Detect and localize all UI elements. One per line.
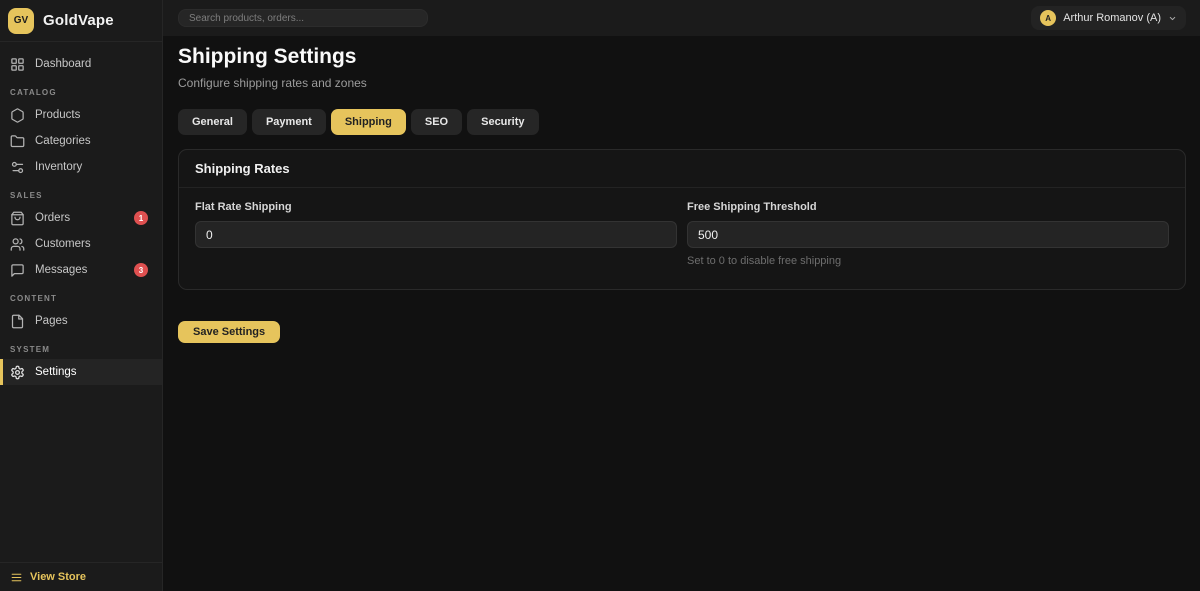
- file-icon: [10, 314, 25, 329]
- tab-shipping[interactable]: Shipping: [331, 109, 406, 135]
- sidebar-item-categories[interactable]: Categories: [0, 128, 162, 154]
- tab-seo[interactable]: SEO: [411, 109, 462, 135]
- flat-rate-label: Flat Rate Shipping: [195, 201, 677, 213]
- sidebar-item-label: Customers: [35, 238, 91, 250]
- avatar: A: [1040, 10, 1056, 26]
- sidebar: GV GoldVape Dashboard CATALOG Products C…: [0, 0, 163, 591]
- section-label-content: CONTENT: [10, 294, 162, 303]
- sidebar-item-label: Pages: [35, 315, 68, 327]
- free-threshold-label: Free Shipping Threshold: [687, 201, 1169, 213]
- sidebar-item-messages[interactable]: Messages 3: [0, 257, 162, 283]
- sidebar-item-pages[interactable]: Pages: [0, 308, 162, 334]
- sliders-icon: [10, 160, 25, 175]
- sidebar-item-label: Settings: [35, 366, 77, 378]
- shipping-rates-card: Shipping Rates Flat Rate Shipping Free S…: [178, 149, 1186, 290]
- tab-payment[interactable]: Payment: [252, 109, 326, 135]
- message-icon: [10, 263, 25, 278]
- search-input[interactable]: [178, 9, 428, 27]
- sidebar-item-customers[interactable]: Customers: [0, 231, 162, 257]
- sidebar-item-label: Dashboard: [35, 58, 91, 70]
- view-store-link[interactable]: View Store: [0, 562, 162, 591]
- chevron-down-icon: [1168, 14, 1177, 23]
- sidebar-item-label: Products: [35, 109, 80, 121]
- gear-icon: [10, 365, 25, 380]
- user-name: Arthur Romanov (A): [1063, 12, 1161, 24]
- sidebar-item-orders[interactable]: Orders 1: [0, 205, 162, 231]
- orders-badge: 1: [134, 211, 148, 225]
- menu-icon: [10, 571, 23, 584]
- tab-bar: General Payment Shipping SEO Security: [178, 109, 1186, 135]
- sidebar-item-label: Messages: [35, 264, 87, 276]
- app-window: GV GoldVape Dashboard CATALOG Products C…: [0, 0, 1200, 591]
- topbar: A Arthur Romanov (A): [163, 0, 1200, 36]
- sidebar-nav: Dashboard CATALOG Products Categories In…: [0, 42, 162, 562]
- card-title: Shipping Rates: [179, 150, 1185, 188]
- free-threshold-input[interactable]: [687, 221, 1169, 248]
- sidebar-item-label: Categories: [35, 135, 91, 147]
- flat-rate-field-group: Flat Rate Shipping: [195, 201, 677, 267]
- sidebar-item-label: Inventory: [35, 161, 82, 173]
- page-subtitle: Configure shipping rates and zones: [178, 76, 1186, 90]
- section-label-system: SYSTEM: [10, 345, 162, 354]
- dashboard-icon: [10, 57, 25, 72]
- users-icon: [10, 237, 25, 252]
- messages-badge: 3: [134, 263, 148, 277]
- free-threshold-field-group: Free Shipping Threshold Set to 0 to disa…: [687, 201, 1169, 267]
- brand-name: GoldVape: [43, 12, 114, 29]
- hexagon-icon: [10, 108, 25, 123]
- section-label-catalog: CATALOG: [10, 88, 162, 97]
- sidebar-item-inventory[interactable]: Inventory: [0, 154, 162, 180]
- sidebar-item-settings[interactable]: Settings: [0, 359, 162, 385]
- tab-security[interactable]: Security: [467, 109, 538, 135]
- free-threshold-help: Set to 0 to disable free shipping: [687, 255, 1169, 267]
- content: Shipping Settings Configure shipping rat…: [163, 36, 1200, 343]
- section-label-sales: SALES: [10, 191, 162, 200]
- view-store-label: View Store: [30, 571, 86, 583]
- main-area: A Arthur Romanov (A) Shipping Settings C…: [163, 0, 1200, 591]
- user-menu[interactable]: A Arthur Romanov (A): [1031, 6, 1186, 30]
- sidebar-item-products[interactable]: Products: [0, 102, 162, 128]
- tab-general[interactable]: General: [178, 109, 247, 135]
- sidebar-item-dashboard[interactable]: Dashboard: [0, 51, 162, 77]
- card-body: Flat Rate Shipping Free Shipping Thresho…: [179, 188, 1185, 289]
- save-settings-button[interactable]: Save Settings: [178, 321, 280, 343]
- flat-rate-input[interactable]: [195, 221, 677, 248]
- brand-logo: GV: [8, 8, 34, 34]
- sidebar-item-label: Orders: [35, 212, 70, 224]
- shopping-bag-icon: [10, 211, 25, 226]
- page-title: Shipping Settings: [178, 45, 1186, 69]
- brand: GV GoldVape: [0, 0, 162, 42]
- folder-icon: [10, 134, 25, 149]
